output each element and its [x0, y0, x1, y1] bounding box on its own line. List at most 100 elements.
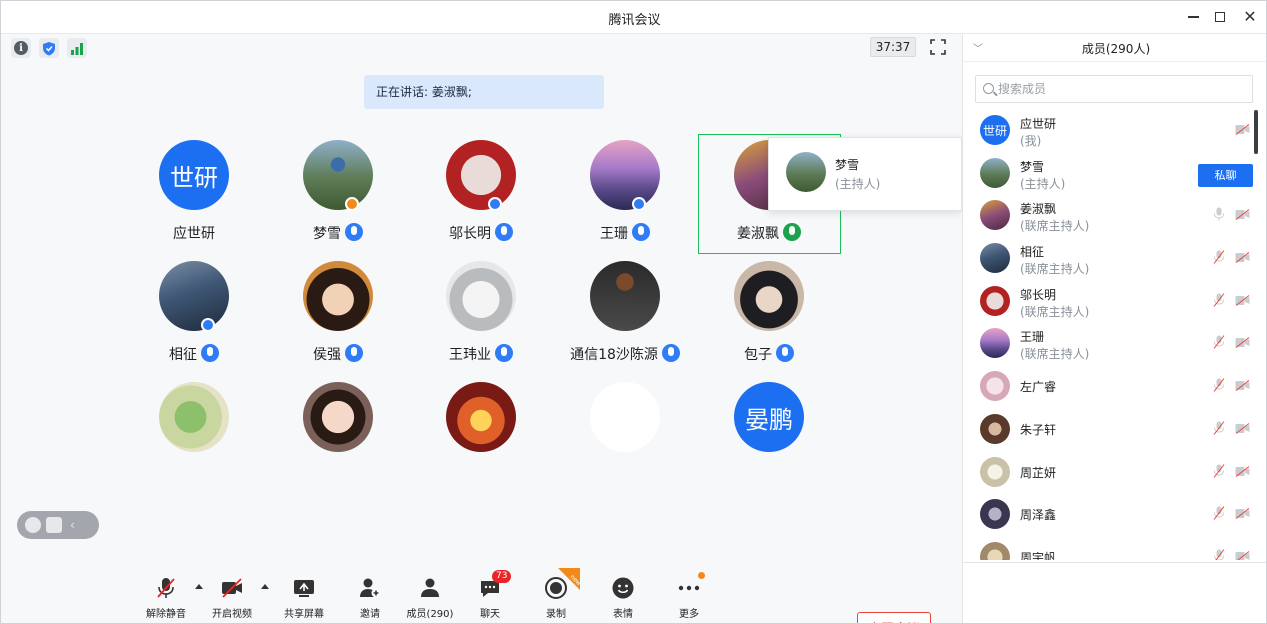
security-button[interactable] — [39, 38, 59, 58]
list-item[interactable]: 周芷妍 — [963, 450, 1266, 493]
participant-tile[interactable]: 晏鹏 — [697, 382, 841, 502]
meeting-area: i 37:37 正在讲话: 姜淑飘; 世研 应世研 梦雪 邬长明 王珊 姜淑飘 … — [1, 34, 962, 623]
chat-button[interactable]: 73 聊天 — [460, 570, 520, 620]
mic-muted-icon[interactable] — [1213, 292, 1225, 307]
camera-off-icon[interactable] — [1235, 550, 1250, 560]
mic-icon[interactable] — [1213, 207, 1225, 221]
list-item[interactable]: 相征 (联席主持人) — [963, 236, 1266, 279]
search-input[interactable] — [998, 80, 1248, 98]
participant-tile[interactable] — [553, 382, 697, 502]
mic-muted-icon[interactable] — [1213, 250, 1225, 264]
info-icon: i — [14, 41, 28, 55]
meeting-timer: 37:37 — [870, 37, 916, 57]
record-button[interactable]: new 录制 — [526, 568, 586, 620]
list-item[interactable]: 世研 应世研 (我) — [963, 108, 1266, 151]
list-item[interactable]: 朱子轩 — [963, 407, 1266, 450]
participant-tile[interactable]: 王珊 — [553, 140, 697, 260]
mic-muted-icon[interactable] — [1213, 506, 1225, 520]
info-button[interactable]: i — [11, 38, 31, 58]
invite-button[interactable]: 邀请 — [340, 576, 400, 620]
avatar — [159, 261, 229, 331]
list-item[interactable]: 左广睿 — [963, 364, 1266, 407]
close-icon: ✕ — [1243, 7, 1257, 26]
floating-reaction-bar[interactable]: ‹ — [17, 511, 99, 539]
camera-off-icon[interactable] — [1235, 508, 1250, 520]
panel-header: ﹀ 成员(290人) — [963, 34, 1266, 62]
fullscreen-icon[interactable] — [929, 38, 947, 56]
camera-off-icon[interactable] — [1235, 465, 1250, 477]
list-item[interactable]: 邬长明 (联席主持人) — [963, 279, 1266, 322]
mic-icon — [201, 344, 219, 362]
list-item[interactable]: 王珊 (联席主持人) — [963, 321, 1266, 364]
camera-off-icon[interactable] — [1235, 252, 1250, 263]
cohost-badge-icon — [201, 318, 215, 332]
member-search[interactable] — [975, 75, 1253, 103]
avatar — [734, 261, 804, 331]
participant-tile[interactable]: 通信18沙陈源 — [553, 261, 697, 381]
mic-muted-icon[interactable] — [1213, 463, 1225, 478]
meeting-window: 腾讯会议 ✕ i 37:37 正在讲话: 姜淑飘; 世研 应世研 梦雪 邬长明 … — [0, 0, 1267, 624]
camera-off-icon[interactable] — [1235, 124, 1250, 135]
private-chat-button[interactable]: 私聊 — [1198, 164, 1253, 187]
more-button[interactable]: 更多 — [659, 572, 719, 620]
member-list-scrollbar[interactable] — [1254, 110, 1258, 154]
share-screen-icon — [294, 580, 314, 597]
unmute-button[interactable]: 解除静音 — [136, 576, 196, 620]
participant-name: 姜淑飘 — [697, 223, 841, 243]
emoji-button[interactable]: 表情 — [593, 576, 653, 620]
search-icon — [983, 83, 994, 94]
list-item[interactable]: 姜淑飘 (联席主持人) — [963, 193, 1266, 236]
camera-off-icon[interactable] — [1235, 294, 1250, 306]
avatar — [590, 140, 660, 210]
network-button[interactable] — [67, 38, 87, 58]
panel-title: 成员(290人) — [1081, 42, 1151, 56]
avatar — [446, 382, 516, 452]
share-screen-button[interactable]: 共享屏幕 — [274, 576, 334, 620]
chat-bubble-icon[interactable] — [46, 517, 62, 533]
participant-tile[interactable]: 邬长明 — [409, 140, 553, 260]
participant-tile[interactable]: 王玮业 — [409, 261, 553, 381]
participant-tile[interactable]: 侯强 — [266, 261, 410, 381]
avatar — [303, 382, 373, 452]
camera-off-icon[interactable] — [1235, 209, 1250, 221]
video-options-caret-icon[interactable] — [261, 584, 269, 589]
participant-tile[interactable]: 世研 应世研 — [122, 140, 266, 260]
camera-off-icon[interactable] — [1235, 380, 1250, 392]
avatar — [980, 499, 1010, 530]
members-button[interactable]: 成员(290) — [400, 576, 460, 620]
participant-tile[interactable] — [122, 382, 266, 502]
meeting-toolbar: 解除静音 开启视频 共享屏幕 邀请 成员(290) 73 聊天 new 录制 表… — [1, 568, 962, 623]
leave-meeting-button[interactable]: 离开会议 — [857, 612, 931, 623]
avatar — [590, 382, 660, 452]
mic-muted-icon[interactable] — [1213, 378, 1225, 392]
avatar — [980, 243, 1010, 274]
mic-muted-icon[interactable] — [1213, 335, 1225, 350]
mic-icon — [632, 223, 650, 241]
mic-muted-icon[interactable] — [1213, 549, 1225, 560]
camera-off-icon[interactable] — [1235, 422, 1250, 434]
camera-off-icon[interactable] — [1235, 337, 1250, 349]
chevron-left-icon[interactable]: ‹ — [70, 518, 75, 532]
new-tag-icon: new — [558, 568, 580, 590]
participant-tile[interactable] — [266, 382, 410, 502]
mic-speaking-icon — [783, 223, 801, 241]
participant-tile[interactable]: 包子 — [697, 261, 841, 381]
participant-tile[interactable]: 相征 — [122, 261, 266, 381]
maximize-button[interactable] — [1207, 5, 1233, 29]
close-button[interactable]: ✕ — [1237, 5, 1263, 29]
list-item[interactable]: 周泽鑫 — [963, 492, 1266, 535]
host-badge-icon — [345, 197, 359, 211]
mic-muted-icon — [157, 578, 175, 598]
participant-tile[interactable]: 梦雪 — [266, 140, 410, 260]
minimize-button[interactable] — [1180, 5, 1206, 29]
list-item[interactable]: 周宇帆 — [963, 535, 1266, 560]
start-video-button[interactable]: 开启视频 — [202, 576, 262, 620]
participant-tile[interactable] — [409, 382, 553, 502]
emoji-icon[interactable] — [25, 517, 41, 533]
divider — [963, 562, 1266, 563]
camera-off-icon — [222, 578, 242, 598]
avatar — [980, 285, 1010, 316]
members-icon — [421, 578, 439, 597]
participant-name: 侯强 — [266, 344, 410, 364]
mic-muted-icon[interactable] — [1213, 421, 1225, 435]
